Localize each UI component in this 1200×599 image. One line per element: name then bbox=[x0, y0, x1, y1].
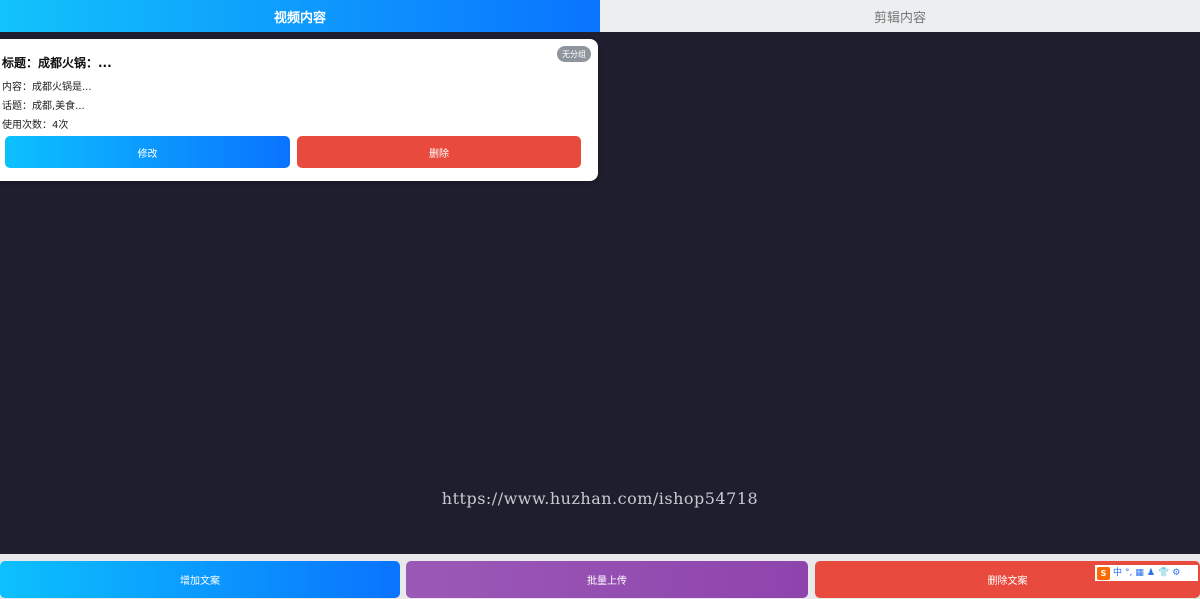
ime-keyboard-icon[interactable]: ▦ bbox=[1135, 568, 1144, 578]
tab-video-content[interactable]: 视频内容 bbox=[0, 0, 600, 32]
ime-logo-icon: S bbox=[1097, 566, 1110, 580]
edit-button[interactable]: 修改 bbox=[5, 136, 290, 168]
ime-punctuation-icon[interactable]: °, bbox=[1125, 568, 1132, 578]
ime-skin-icon[interactable]: 👕 bbox=[1158, 568, 1169, 578]
add-copy-button[interactable]: 增加文案 bbox=[0, 561, 400, 598]
batch-upload-button[interactable]: 批量上传 bbox=[406, 561, 808, 598]
tab-edit-content[interactable]: 剪辑内容 bbox=[600, 0, 1200, 32]
card-content: 内容：成都火锅是... bbox=[2, 82, 92, 93]
ime-toolbar[interactable]: S 中 °, ▦ ♟ 👕 ⚙ bbox=[1095, 565, 1198, 581]
group-badge: 无分组 bbox=[557, 46, 591, 62]
watermark-text: https://www.huzhan.com/ishop54718 bbox=[441, 489, 759, 508]
card-usage-count: 使用次数：4次 bbox=[2, 120, 69, 131]
card-title: 标题：成都火锅：... bbox=[2, 56, 112, 70]
card-topic: 话题：成都,美食... bbox=[2, 101, 85, 112]
ime-chinese-mode-icon[interactable]: 中 bbox=[1113, 568, 1122, 578]
content-tabs: 视频内容 剪辑内容 bbox=[0, 0, 1200, 32]
ime-user-icon[interactable]: ♟ bbox=[1147, 568, 1155, 578]
ime-settings-icon[interactable]: ⚙ bbox=[1172, 568, 1180, 578]
delete-button[interactable]: 删除 bbox=[297, 136, 581, 168]
